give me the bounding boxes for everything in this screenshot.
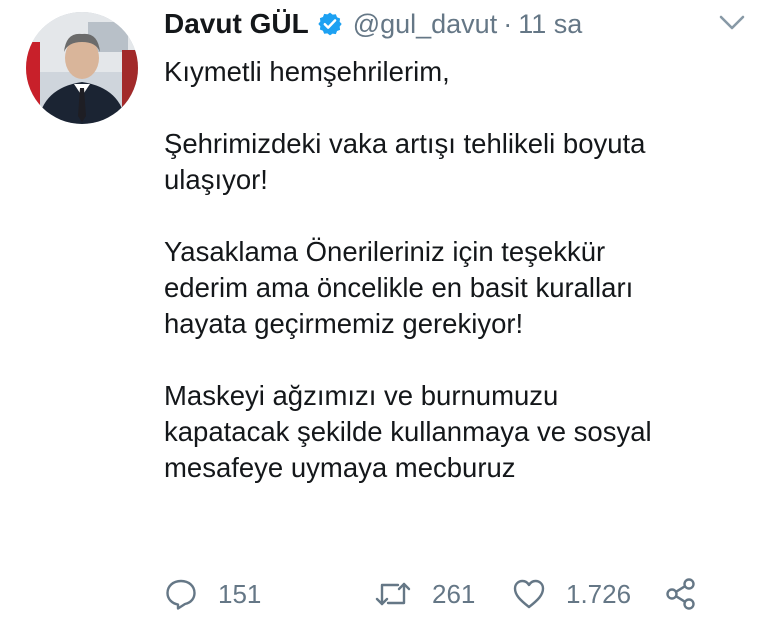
reply-icon — [164, 577, 198, 611]
share-icon — [664, 577, 698, 611]
text-line: ulaşıyor! — [164, 164, 268, 195]
paragraph-mask: Maskeyi ağzımızı ve burnumuzu kapatacak … — [164, 378, 764, 486]
text-line: mesafeye uymaya mecburuz — [164, 452, 516, 483]
verified-badge-icon — [317, 11, 343, 37]
text-line: kapatacak şekilde kullanmaya ve sosyal — [164, 416, 652, 447]
tweet-header: Davut GÜL @gul_davut · 11 sa — [164, 4, 582, 44]
reply-button[interactable]: 151 — [164, 577, 374, 611]
share-button[interactable] — [664, 577, 698, 611]
retweet-button[interactable]: 261 — [374, 577, 512, 611]
avatar[interactable] — [26, 12, 138, 124]
reply-count: 151 — [218, 578, 262, 609]
tweet[interactable]: Davut GÜL @gul_davut · 11 sa Kıymetli he… — [0, 0, 770, 644]
text-line: ederim ama öncelikle en basit kuralları — [164, 272, 634, 303]
tweet-text: Kıymetli hemşehrilerim, Şehrimizdeki vak… — [164, 54, 764, 486]
heart-icon — [512, 578, 546, 610]
text-line: hayata geçirmemiz gerekiyor! — [164, 308, 524, 339]
text-line: Yasaklama Önerileriniz için teşekkür — [164, 236, 606, 267]
author-handle[interactable]: @gul_davut — [353, 9, 498, 40]
retweet-count: 261 — [432, 578, 476, 609]
paragraph-thanks: Yasaklama Önerileriniz için teşekkür ede… — [164, 234, 764, 342]
text-line: Kıymetli hemşehrilerim, — [164, 56, 450, 87]
chevron-down-icon[interactable] — [718, 14, 746, 32]
text-line: Şehrimizdeki vaka artışı tehlikeli boyut… — [164, 128, 646, 159]
separator-dot: · — [503, 8, 513, 39]
author-name[interactable]: Davut GÜL — [164, 8, 309, 40]
tweet-actions: 151 261 1.726 — [164, 574, 698, 614]
paragraph-warning: Şehrimizdeki vaka artışı tehlikeli boyut… — [164, 126, 764, 198]
paragraph-greeting: Kıymetli hemşehrilerim, — [164, 54, 764, 90]
text-line: Maskeyi ağzımızı ve burnumuzu — [164, 380, 559, 411]
tweet-timestamp[interactable]: 11 sa — [518, 9, 582, 40]
retweet-icon — [374, 577, 412, 611]
like-button[interactable]: 1.726 — [512, 578, 664, 610]
like-count: 1.726 — [566, 578, 632, 609]
